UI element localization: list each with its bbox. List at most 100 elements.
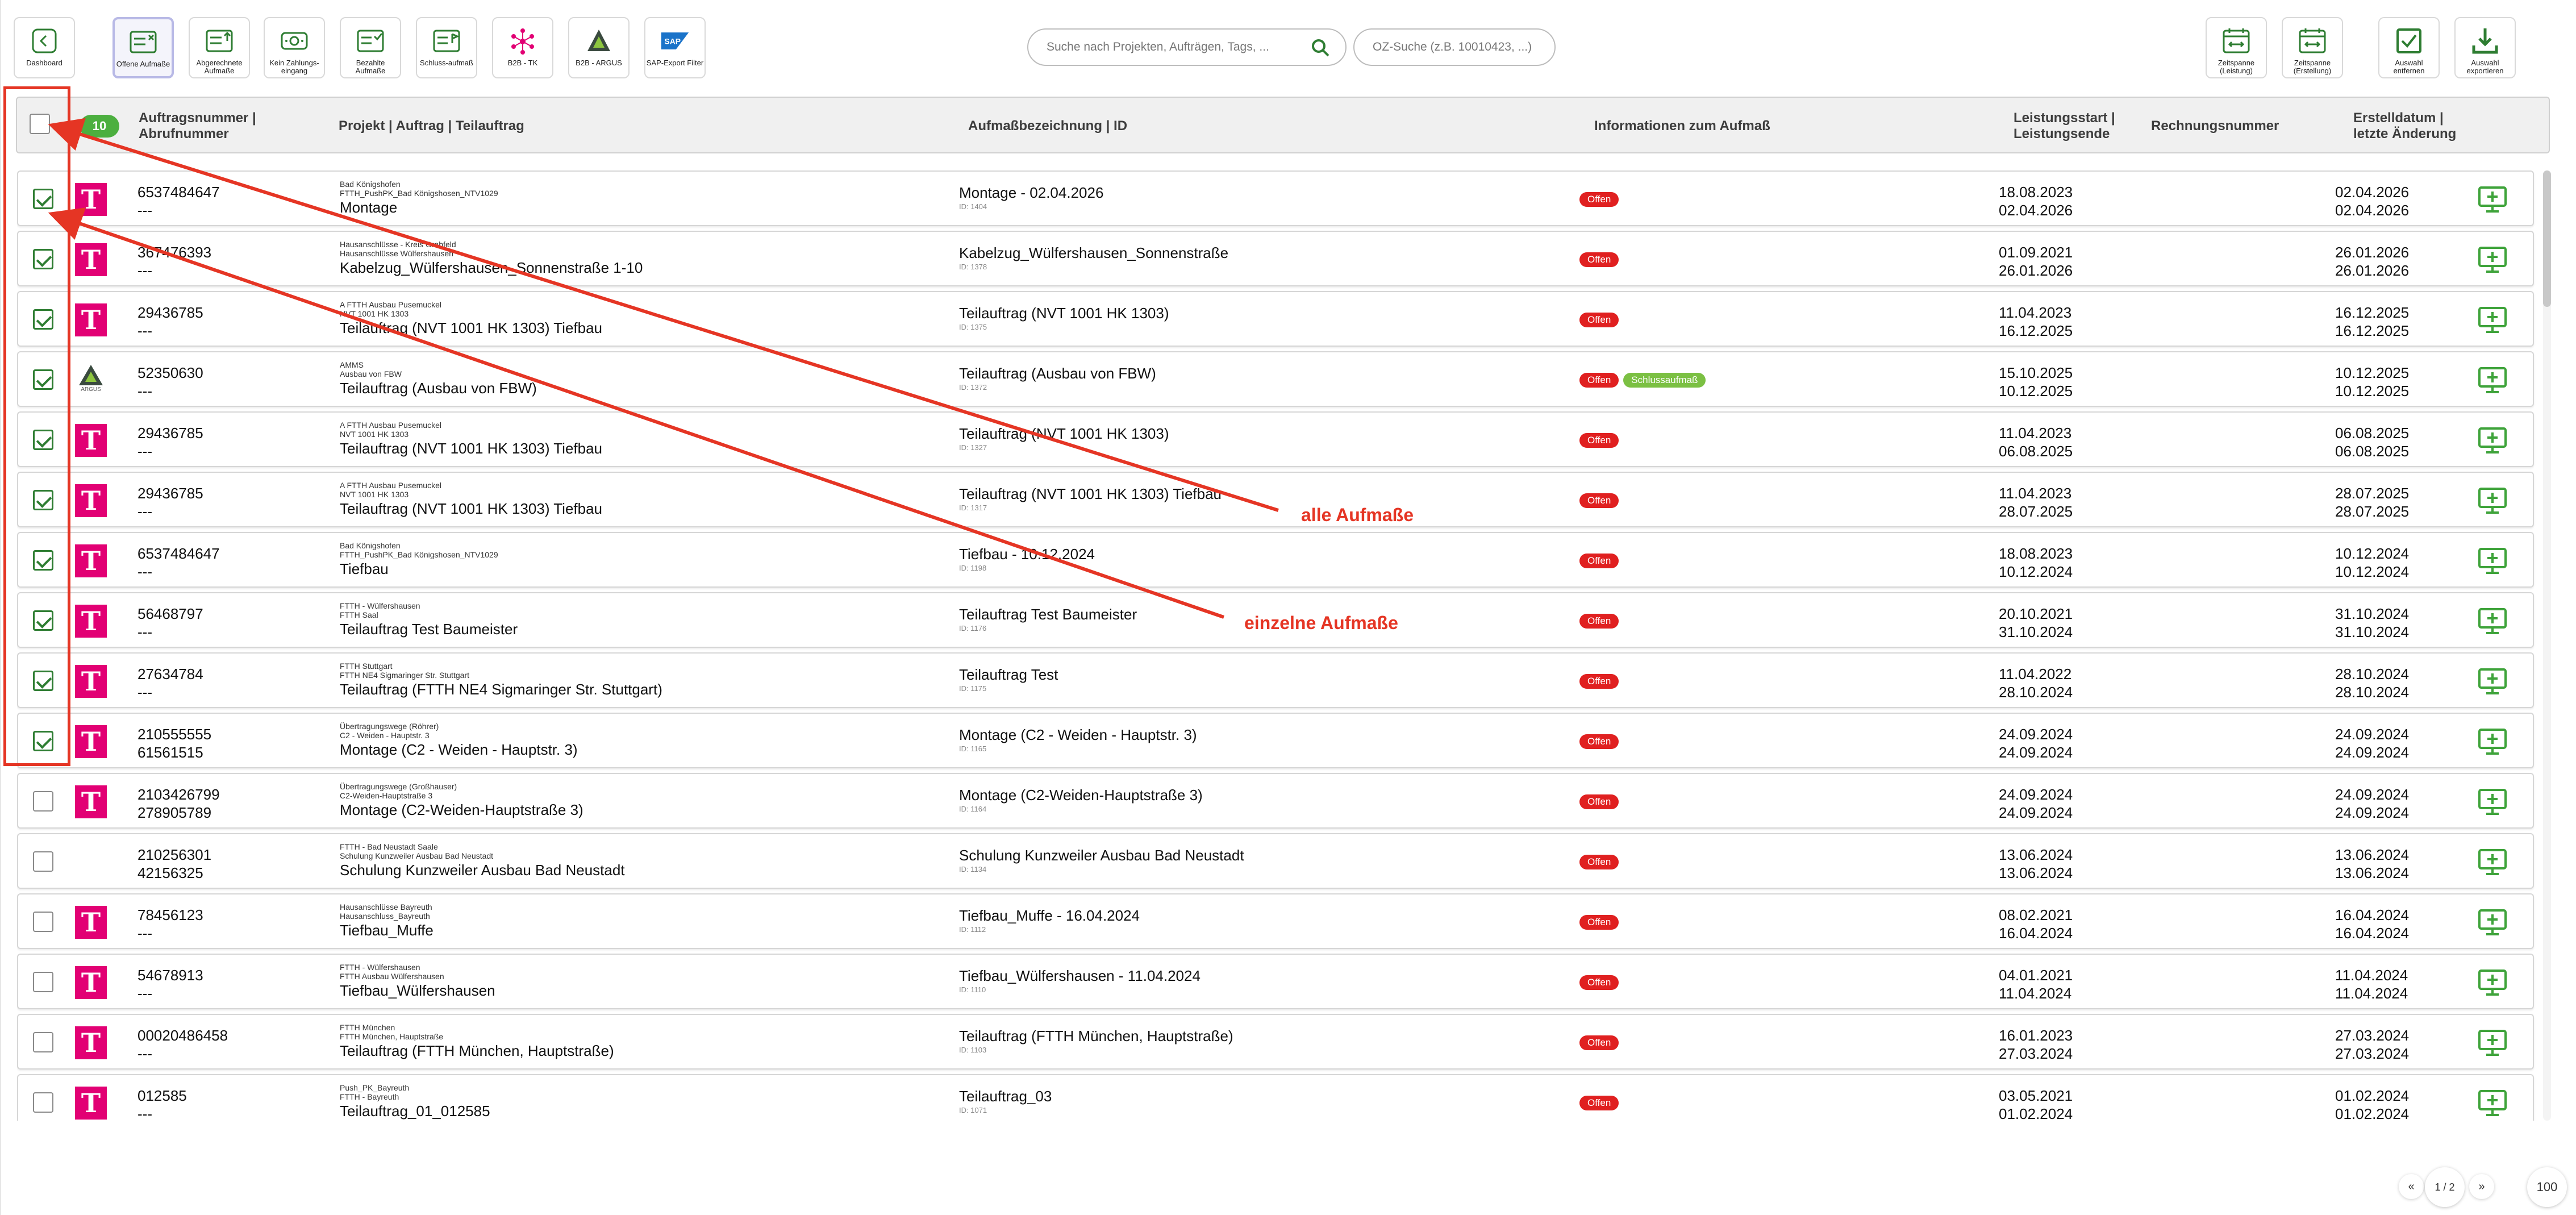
dashboard-button[interactable]: Dashboard xyxy=(14,17,75,78)
col-header-erstelldatum[interactable]: Erstelldatum | letzte Änderung xyxy=(2353,110,2478,142)
per-page-select[interactable]: 100 xyxy=(2527,1167,2567,1207)
open-aufmass-button[interactable] xyxy=(2477,967,2508,998)
open-aufmass-button[interactable] xyxy=(2477,726,2508,757)
table-row[interactable]: T 29436785 --- A FTTH Ausbau Pusemuckel NVT … xyxy=(17,411,2534,467)
scrollbar-thumb[interactable] xyxy=(2543,170,2551,307)
leistung-cell: 16.01.2023 27.03.2024 xyxy=(1999,1026,2073,1063)
kein-zahlungseingang-button[interactable]: Kein Zahlungs-eingang xyxy=(264,17,325,78)
open-aufmass-button[interactable] xyxy=(2477,1088,2508,1118)
projekt-name: FTTH - Wülfershausen xyxy=(340,601,420,610)
auswahl-exportieren-button[interactable]: Auswahl exportieren xyxy=(2454,17,2516,78)
page-indicator[interactable]: 1 / 2 xyxy=(2425,1167,2465,1207)
col-header-aufmassbezeichnung[interactable]: Aufmaßbezeichnung | ID xyxy=(968,118,1127,134)
row-checkbox[interactable] xyxy=(33,851,53,872)
table-row[interactable]: T 29436785 --- A FTTH Ausbau Pusemuckel NVT … xyxy=(17,472,2534,527)
open-aufmass-button[interactable] xyxy=(2477,666,2508,697)
erstelldatum: 02.04.2026 xyxy=(2335,184,2410,201)
prev-page-button[interactable]: « xyxy=(2399,1174,2424,1199)
monitor-plus-icon xyxy=(2478,186,2507,213)
abgerechnete-aufmasse-button[interactable]: Abgerechnete Aufmaße xyxy=(189,17,250,78)
table-row[interactable]: T 78456123 --- Hausanschlüsse Bayreuth Hausa… xyxy=(17,893,2534,949)
open-aufmass-button[interactable] xyxy=(2477,1027,2508,1058)
row-checkbox[interactable] xyxy=(33,1092,53,1113)
open-aufmass-button[interactable] xyxy=(2477,184,2508,215)
table-row[interactable]: 210256301 42156325 FTTH - Bad Neustadt Saa… xyxy=(17,833,2534,889)
open-aufmass-button[interactable] xyxy=(2477,365,2508,396)
b2b-argus-button[interactable]: B2B - ARGUS xyxy=(568,17,630,78)
row-checkbox[interactable] xyxy=(33,791,53,812)
row-checkbox[interactable] xyxy=(33,972,53,992)
col-header-projekt[interactable]: Projekt | Auftrag | Teilauftrag xyxy=(339,118,524,134)
table-row[interactable]: T 54678913 --- FTTH - Wülfershausen FTTH Aus… xyxy=(17,954,2534,1009)
aufmass-bezeichnung: Teilauftrag (Ausbau von FBW) xyxy=(959,365,1156,382)
projekt-cell: FTTH - Wülfershausen FTTH Ausbau Wülfersh… xyxy=(340,963,965,999)
col-header-auftragsnummer[interactable]: Auftragsnummer | Abrufnummer xyxy=(139,110,275,142)
col-header-leistungsstart[interactable]: Leistungsstart | Leistungsende xyxy=(2014,110,2139,142)
next-page-button[interactable]: » xyxy=(2469,1174,2494,1199)
teilauftrag-name: Montage (C2 - Weiden - Hauptstr. 3) xyxy=(340,741,578,758)
open-aufmass-button[interactable] xyxy=(2477,606,2508,636)
leistungsstart: 13.06.2024 xyxy=(1999,846,2073,863)
info-cell: Offen xyxy=(1579,554,1619,568)
abrufnummer: --- xyxy=(137,262,152,279)
zeitspanne-leistung-button[interactable]: Zeitspanne (Leistung) xyxy=(2206,17,2267,78)
table-row[interactable]: T 6537484647 --- Bad Königshofen FTTH_PushPK… xyxy=(17,532,2534,588)
col-header-informationen[interactable]: Informationen zum Aufmaß xyxy=(1594,118,1770,134)
sap-export-filter-button[interactable]: SAP SAP-Export Filter xyxy=(644,17,706,78)
scrollbar[interactable] xyxy=(2543,170,2551,1121)
projekt-name: A FTTH Ausbau Pusemuckel xyxy=(340,421,441,430)
zeitspanne-erstellung-button[interactable]: Zeitspanne (Erstellung) xyxy=(2282,17,2343,78)
open-aufmass-button[interactable] xyxy=(2477,847,2508,877)
letzte-aenderung: 24.09.2024 xyxy=(2335,804,2410,821)
list-check-icon xyxy=(356,26,385,56)
erstelldatum: 10.12.2025 xyxy=(2335,364,2410,381)
open-aufmass-button[interactable] xyxy=(2477,425,2508,456)
offene-aufmasse-button[interactable]: Offene Aufmaße xyxy=(112,17,174,78)
row-checkbox[interactable] xyxy=(33,1032,53,1052)
aufmass-id: ID: 1317 xyxy=(959,504,987,512)
main-search-input[interactable]: Suche nach Projekten, Aufträgen, Tags, .… xyxy=(1027,28,1347,66)
open-aufmass-button[interactable] xyxy=(2477,907,2508,938)
open-aufmass-button[interactable] xyxy=(2477,787,2508,817)
oz-search-input[interactable]: OZ-Suche (z.B. 10010423, ...) xyxy=(1353,28,1556,66)
projekt-name: FTTH - Wülfershausen xyxy=(340,963,420,972)
table-row[interactable]: T 210555555 61561515 Übertragungswege (Röhr… xyxy=(17,713,2534,768)
selected-count-badge: 10 xyxy=(80,115,119,138)
table-row[interactable]: T 6537484647 --- Bad Königshofen FTTH_PushPK… xyxy=(17,170,2534,226)
table-row[interactable]: T 2103426799 278905789 Übertragungswege (Gr… xyxy=(17,773,2534,829)
table-row[interactable]: ARGUS 52350630 --- AMMS Ausbau von FBW Teilau… xyxy=(17,351,2534,407)
zeitspanne-erstellung-label: Zeitspanne (Erstellung) xyxy=(2293,59,2332,75)
open-aufmass-button[interactable] xyxy=(2477,305,2508,335)
table-row[interactable]: T 367476393 --- Hausanschlüsse - Kreis Grab… xyxy=(17,231,2534,286)
aufmass-id: ID: 1175 xyxy=(959,684,987,693)
open-aufmass-button[interactable] xyxy=(2477,244,2508,275)
auftrag-name: C2 - Weiden - Hauptstr. 3 xyxy=(340,731,430,740)
zeitspanne-leistung-label: Zeitspanne (Leistung) xyxy=(2217,59,2255,75)
auftragsnummer-cell: 367476393 --- xyxy=(137,243,211,280)
row-checkbox[interactable] xyxy=(33,912,53,932)
leistungsende: 16.04.2024 xyxy=(1999,925,2073,942)
abrufnummer: --- xyxy=(137,322,152,339)
bezahlte-aufmasse-button[interactable]: Bezahlte Aufmaße xyxy=(340,17,401,78)
toolbar: Dashboard Offene Aufmaße Abgerechnete Au… xyxy=(0,0,2576,91)
table-row[interactable]: T 00020486458 --- FTTH München FTTH München,… xyxy=(17,1014,2534,1070)
auswahl-entfernen-button[interactable]: Auswahl entfernen xyxy=(2378,17,2440,78)
col-header-rechnungsnummer[interactable]: Rechnungsnummer xyxy=(2151,118,2279,134)
search-icon[interactable] xyxy=(1310,38,1331,61)
open-aufmass-button[interactable] xyxy=(2477,546,2508,576)
auftragsnummer: 29436785 xyxy=(137,425,203,442)
info-cell: Offen xyxy=(1579,1035,1619,1050)
b2b-tk-button[interactable]: B2B - TK xyxy=(492,17,553,78)
auftragsnummer-cell: 29436785 --- xyxy=(137,484,203,521)
open-aufmass-button[interactable] xyxy=(2477,485,2508,516)
schlussaufmass-button[interactable]: Schluss-aufmaß xyxy=(416,17,477,78)
table-row[interactable]: T 012585 --- Push_PK_Bayreuth FTTH - Bayreut… xyxy=(17,1074,2534,1121)
table-row[interactable]: T 27634784 --- FTTH Stuttgart FTTH NE4 Sigma… xyxy=(17,652,2534,708)
aufmass-bezeichnung: Teilauftrag (FTTH München, Hauptstraße) xyxy=(959,1027,1233,1045)
auftrag-name: Hausanschlüsse Wülfershausen xyxy=(340,249,453,258)
table-row[interactable]: T 29436785 --- A FTTH Ausbau Pusemuckel NVT … xyxy=(17,291,2534,347)
auftragsnummer-cell: 78456123 --- xyxy=(137,906,203,942)
auftragsnummer-cell: 00020486458 --- xyxy=(137,1026,228,1063)
leistungsende: 10.12.2024 xyxy=(1999,563,2073,580)
erstell-cell: 28.10.2024 28.10.2024 xyxy=(2335,665,2409,701)
